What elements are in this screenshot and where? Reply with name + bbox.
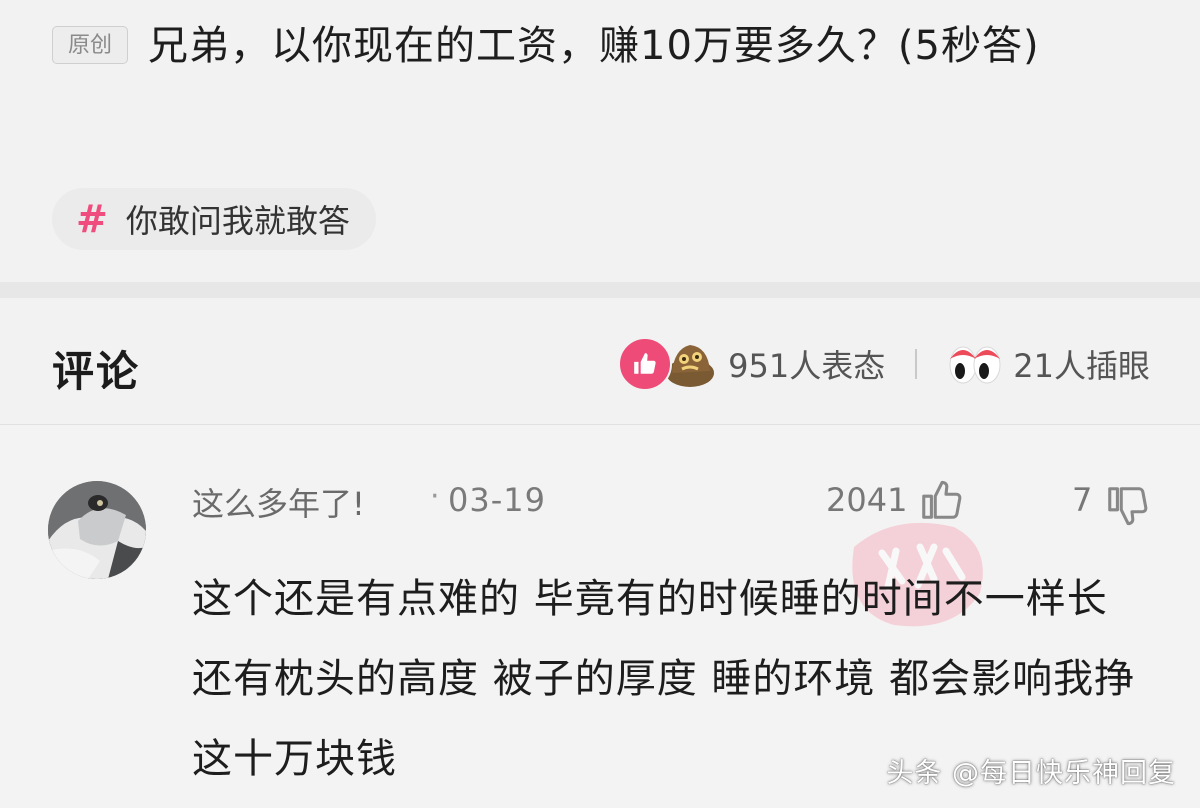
- avatar[interactable]: [48, 481, 146, 579]
- comment-date: 03-19: [448, 481, 546, 519]
- reactions-count: 951人表态: [728, 347, 886, 385]
- reactions-bar[interactable]: 951人表态 21人插眼: [618, 336, 1150, 392]
- comment-username[interactable]: 这么多年了!: [192, 479, 365, 525]
- thumb-up-icon[interactable]: [918, 477, 964, 523]
- post-header: 兄弟，以你现在的工资，赚10万要多久？(5秒答) 原创 # 你敢问我就敢答: [0, 0, 1200, 282]
- original-badge: 原创: [52, 26, 128, 64]
- comment-item: 这么多年了! · 03-19 2041 7 这个还是有点难的 毕竟有的时候睡的时…: [0, 425, 1200, 808]
- comments-header: 评论 951人表态 21人插眼: [0, 298, 1200, 425]
- like-reaction-icon: [618, 337, 673, 391]
- topic-label: 你敢问我就敢答: [125, 202, 350, 240]
- comments-title: 评论: [52, 347, 141, 396]
- meta-dot: ·: [430, 479, 440, 514]
- eyes-count: 21人插眼: [1013, 347, 1150, 385]
- hash-icon: #: [76, 197, 108, 241]
- section-divider: [0, 282, 1200, 298]
- reactions-separator: [915, 349, 918, 379]
- eyes-emoji-icon: [949, 346, 1001, 384]
- post-title: 兄弟，以你现在的工资，赚10万要多久？(5秒答): [148, 23, 1040, 69]
- screen: 兄弟，以你现在的工资，赚10万要多久？(5秒答) 原创 # 你敢问我就敢答 评论: [0, 0, 1200, 808]
- watermark: 头条 @每日快乐神回复: [886, 758, 1176, 789]
- topic-chip[interactable]: # 你敢问我就敢答: [52, 188, 376, 250]
- dislike-count: 7: [1072, 481, 1093, 519]
- like-count: 2041: [826, 481, 908, 519]
- thumb-down-icon[interactable]: [1104, 483, 1150, 529]
